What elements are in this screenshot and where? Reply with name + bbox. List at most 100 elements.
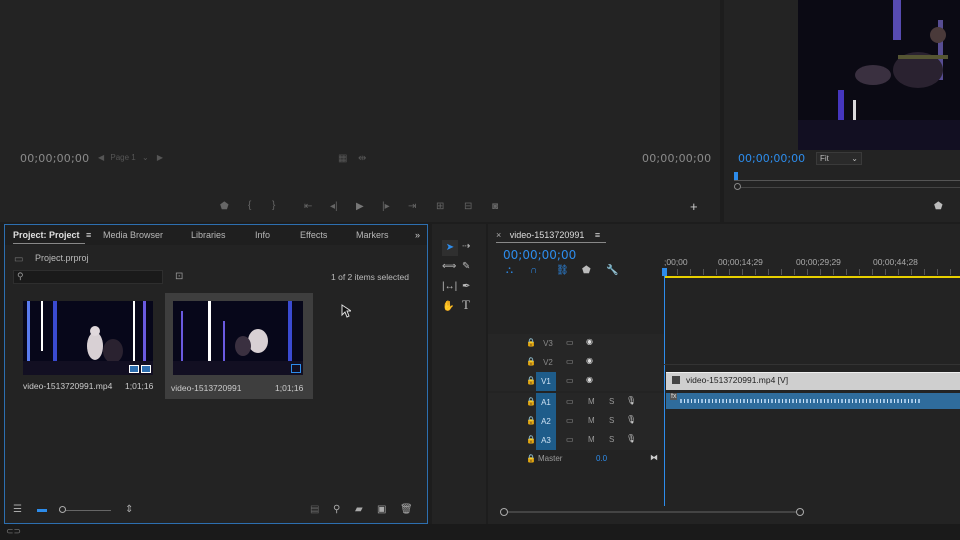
trash-icon[interactable]: 🗑	[400, 505, 413, 515]
track-a3[interactable]: 🔒 A3 ▭ M S 🎙	[488, 431, 664, 450]
solo-button[interactable]: S	[609, 416, 614, 425]
playhead[interactable]	[664, 268, 665, 506]
program-timecode[interactable]: 00;00;00;00	[738, 152, 805, 165]
source-duration-timecode[interactable]: 00;00;00;00	[642, 152, 711, 165]
track-v3[interactable]: 🔒 V3 ▭ ◉	[488, 334, 664, 353]
timeline-scrollbar[interactable]	[500, 508, 804, 516]
program-scrubber[interactable]	[734, 172, 960, 186]
export-frame-icon[interactable]: ◙	[492, 202, 498, 212]
nest-toggle-icon[interactable]: ⛬	[506, 266, 513, 276]
lock-icon[interactable]: 🔒	[526, 397, 536, 406]
type-tool-icon[interactable]: T	[462, 298, 470, 311]
source-patch-a3[interactable]: A3	[536, 431, 556, 450]
sync-lock-icon[interactable]: ▭	[566, 376, 574, 385]
playhead-marker[interactable]	[734, 172, 738, 180]
snap-icon[interactable]: ∩	[530, 266, 537, 276]
add-marker-icon[interactable]: ⬟	[582, 266, 591, 276]
automate-to-sequence-icon[interactable]: ▤	[310, 505, 319, 515]
search-input[interactable]: ⚲	[13, 270, 163, 284]
zoom-scrollbar[interactable]	[734, 183, 960, 190]
panel-menu-icon[interactable]: ≡	[86, 230, 91, 240]
slider-thumb[interactable]	[59, 506, 66, 513]
close-icon[interactable]: ×	[496, 230, 501, 240]
mute-button[interactable]: M	[588, 416, 595, 425]
linked-selection-icon[interactable]: ⛓	[556, 266, 569, 276]
track-label-v1[interactable]	[538, 372, 558, 391]
drag-video-icon[interactable]: ⇹	[358, 154, 366, 164]
tab-libraries[interactable]: Libraries	[191, 225, 226, 245]
sort-icon[interactable]: ⇕	[125, 505, 133, 515]
track-label-v2[interactable]: V2	[538, 353, 558, 372]
project-item-2[interactable]: video-1513720991 1;01;16	[165, 293, 313, 399]
page-navigator[interactable]: ◀ Page 1 ⌄ ▶	[98, 153, 163, 162]
lock-icon[interactable]: 🔒	[526, 338, 536, 347]
tab-markers[interactable]: Markers	[356, 225, 389, 245]
audio-clip[interactable]: fx	[666, 393, 960, 409]
mark-out-icon[interactable]: }	[272, 201, 275, 211]
lock-icon[interactable]: 🔒	[526, 376, 536, 385]
project-item-1[interactable]: video-1513720991.mp4 1;01;16	[17, 295, 157, 397]
step-forward-icon[interactable]: |▸	[382, 202, 390, 212]
eye-icon[interactable]: ◉	[586, 375, 593, 384]
sync-lock-icon[interactable]: ▭	[566, 397, 574, 406]
razor-tool-icon[interactable]: ✎	[462, 262, 470, 272]
add-button-icon[interactable]: +	[690, 200, 698, 213]
tab-effects[interactable]: Effects	[300, 225, 327, 245]
go-to-in-icon[interactable]: ⇤	[304, 202, 312, 212]
icon-view-icon[interactable]: ▬	[37, 505, 47, 515]
source-patch-a2[interactable]: A2	[536, 412, 556, 431]
hand-tool-icon[interactable]: ✋	[442, 302, 454, 312]
track-v2[interactable]: 🔒 V2 ▭ ◉	[488, 353, 664, 372]
lock-icon[interactable]: 🔒	[526, 357, 536, 366]
playhead-handle[interactable]	[662, 268, 667, 276]
mute-button[interactable]: M	[588, 435, 595, 444]
overwrite-icon[interactable]: ⊟	[464, 202, 472, 212]
source-timecode[interactable]: 00;00;00;00	[20, 152, 89, 165]
source-patch-a1[interactable]: A1	[536, 393, 556, 412]
sync-lock-icon[interactable]: ▭	[566, 416, 574, 425]
panel-menu-icon[interactable]: ≡	[595, 230, 600, 240]
play-icon[interactable]: ▶	[356, 202, 364, 212]
master-track[interactable]: 🔒 Master 0.0 ⧓	[488, 450, 664, 469]
tab-media-browser[interactable]: Media Browser	[103, 225, 163, 245]
solo-button[interactable]: S	[609, 397, 614, 406]
sync-lock-icon[interactable]: ▭	[566, 338, 574, 347]
track-a2[interactable]: 🔒 A2 ▭ M S 🎙	[488, 412, 664, 431]
pen-tool-icon[interactable]: ✒	[462, 282, 470, 292]
go-to-end-icon[interactable]: ⧓	[650, 453, 658, 462]
timeline-tab[interactable]: × video-1513720991 ≡	[496, 230, 600, 240]
list-view-icon[interactable]: ☰	[13, 505, 22, 515]
new-search-bin-icon[interactable]: ⊡	[175, 272, 183, 282]
lock-icon[interactable]: 🔒	[526, 435, 536, 444]
tab-info[interactable]: Info	[255, 225, 270, 245]
track-select-tool-icon[interactable]: ⇢	[462, 242, 470, 252]
new-bin-icon[interactable]: ▰	[355, 505, 363, 515]
wrench-icon[interactable]: 🔧	[606, 266, 618, 276]
film-icon[interactable]: ▦	[338, 154, 347, 164]
add-marker-icon[interactable]: ⬟	[220, 202, 229, 212]
sync-lock-icon[interactable]: ▭	[566, 357, 574, 366]
track-a1[interactable]: 🔒 A1 ▭ M S 🎙	[488, 393, 664, 412]
mark-in-icon[interactable]: {	[248, 201, 251, 211]
microphone-icon[interactable]: 🎙	[626, 434, 636, 443]
fit-dropdown[interactable]: Fit ⌄	[816, 152, 862, 165]
more-tabs-icon[interactable]: »	[415, 225, 420, 245]
timeline-timecode[interactable]: 00;00;00;00	[503, 248, 576, 262]
next-page-icon[interactable]: ▶	[157, 153, 163, 162]
slip-tool-icon[interactable]: |↔|	[442, 282, 457, 292]
work-area-bar[interactable]	[664, 276, 960, 278]
program-marker-icon[interactable]: ⬟	[934, 202, 943, 212]
zoom-slider[interactable]	[59, 506, 111, 513]
go-to-out-icon[interactable]: ⇥	[408, 202, 416, 212]
scrollbar-handle[interactable]	[734, 183, 741, 190]
video-clip[interactable]: video-1513720991.mp4 [V]	[666, 372, 960, 390]
tab-project[interactable]: Project: Project ≡	[13, 225, 91, 245]
insert-icon[interactable]: ⊞	[436, 202, 444, 212]
time-ruler[interactable]: ;00;00 00;00;14;29 00;00;29;29 00;00;44;…	[664, 254, 960, 278]
sync-lock-icon[interactable]: ▭	[566, 435, 574, 444]
mute-button[interactable]: M	[588, 397, 595, 406]
prev-page-icon[interactable]: ◀	[98, 153, 104, 162]
track-v1[interactable]: V1 🔒 ▭ ◉	[488, 372, 664, 391]
scroll-handle-left[interactable]	[500, 508, 508, 516]
ripple-edit-tool-icon[interactable]: ⟺	[442, 262, 456, 272]
